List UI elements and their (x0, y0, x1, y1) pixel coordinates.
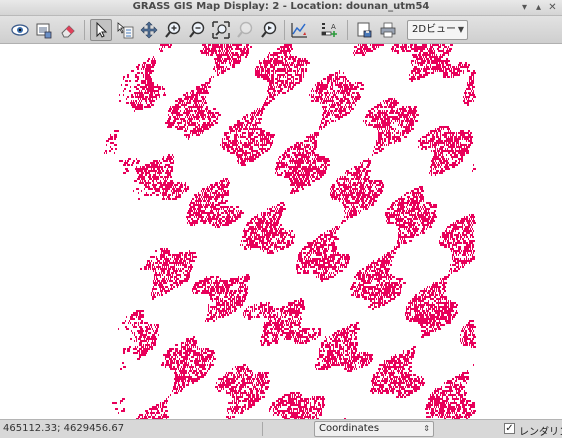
status-separator (262, 422, 263, 436)
analyze-button[interactable] (288, 19, 310, 41)
query-icon (117, 22, 134, 39)
minimize-button[interactable]: ▾ (518, 1, 531, 14)
display-map-button[interactable] (9, 19, 31, 41)
render-checkbox[interactable]: ✓ レンダリング (504, 422, 562, 437)
render-map-button[interactable] (33, 19, 55, 41)
checkbox-icon: ✓ (504, 423, 515, 434)
display-map-icon (11, 24, 29, 36)
zoom-in-button[interactable] (162, 19, 184, 41)
pan-icon (140, 21, 158, 39)
window-title: GRASS GIS Map Display: 2 - Location: dou… (132, 1, 430, 12)
toolbar-separator (284, 20, 285, 40)
map-toolbar: A 2Dビュー ▼ (0, 16, 562, 44)
zoom-menu-icon (261, 21, 277, 38)
analyze-icon (291, 23, 307, 38)
map-canvas[interactable] (0, 44, 562, 419)
close-button[interactable]: ✕ (546, 1, 559, 14)
view-mode-select[interactable]: 2Dビュー ▼ (407, 20, 468, 40)
decoration-icon: A (321, 23, 337, 37)
toolbar-separator (347, 20, 348, 40)
erase-display-icon (61, 25, 75, 38)
print-icon (380, 22, 396, 38)
maximize-button[interactable]: ▴ (532, 1, 545, 14)
pointer-icon (96, 21, 108, 38)
zoom-back-icon (237, 21, 253, 38)
raster-map-layer (104, 44, 476, 419)
status-bar: 465112.33; 4629456.67 Coordinates ⇕ ✓ レン… (0, 419, 562, 438)
save-image-button[interactable] (353, 19, 375, 41)
zoom-out-button[interactable] (186, 19, 208, 41)
chevron-down-icon: ▼ (457, 25, 464, 34)
coordinates-readout: 465112.33; 4629456.67 (3, 423, 125, 434)
svg-text:A: A (331, 23, 336, 31)
render-map-icon (36, 23, 52, 39)
pointer-button[interactable] (90, 19, 112, 41)
zoom-menu-button[interactable] (258, 19, 280, 41)
toolbar-separator (84, 20, 85, 40)
decoration-button[interactable]: A (319, 19, 341, 41)
save-image-icon (357, 22, 372, 38)
zoom-out-icon (189, 21, 205, 38)
zoom-extent-button[interactable] (210, 19, 232, 41)
zoom-in-icon (165, 21, 181, 38)
zoom-extent-icon (212, 21, 230, 39)
spin-arrows-icon: ⇕ (423, 424, 430, 433)
status-mode-select[interactable]: Coordinates ⇕ (314, 421, 434, 437)
print-button[interactable] (377, 19, 399, 41)
pan-button[interactable] (138, 19, 160, 41)
status-mode-value: Coordinates (319, 423, 380, 434)
title-bar[interactable]: GRASS GIS Map Display: 2 - Location: dou… (0, 0, 562, 16)
view-mode-value: 2Dビュー (412, 24, 457, 35)
render-label: レンダリング (519, 427, 562, 437)
erase-display-button[interactable] (57, 19, 79, 41)
zoom-back-button[interactable] (234, 19, 256, 41)
query-button[interactable] (114, 19, 136, 41)
